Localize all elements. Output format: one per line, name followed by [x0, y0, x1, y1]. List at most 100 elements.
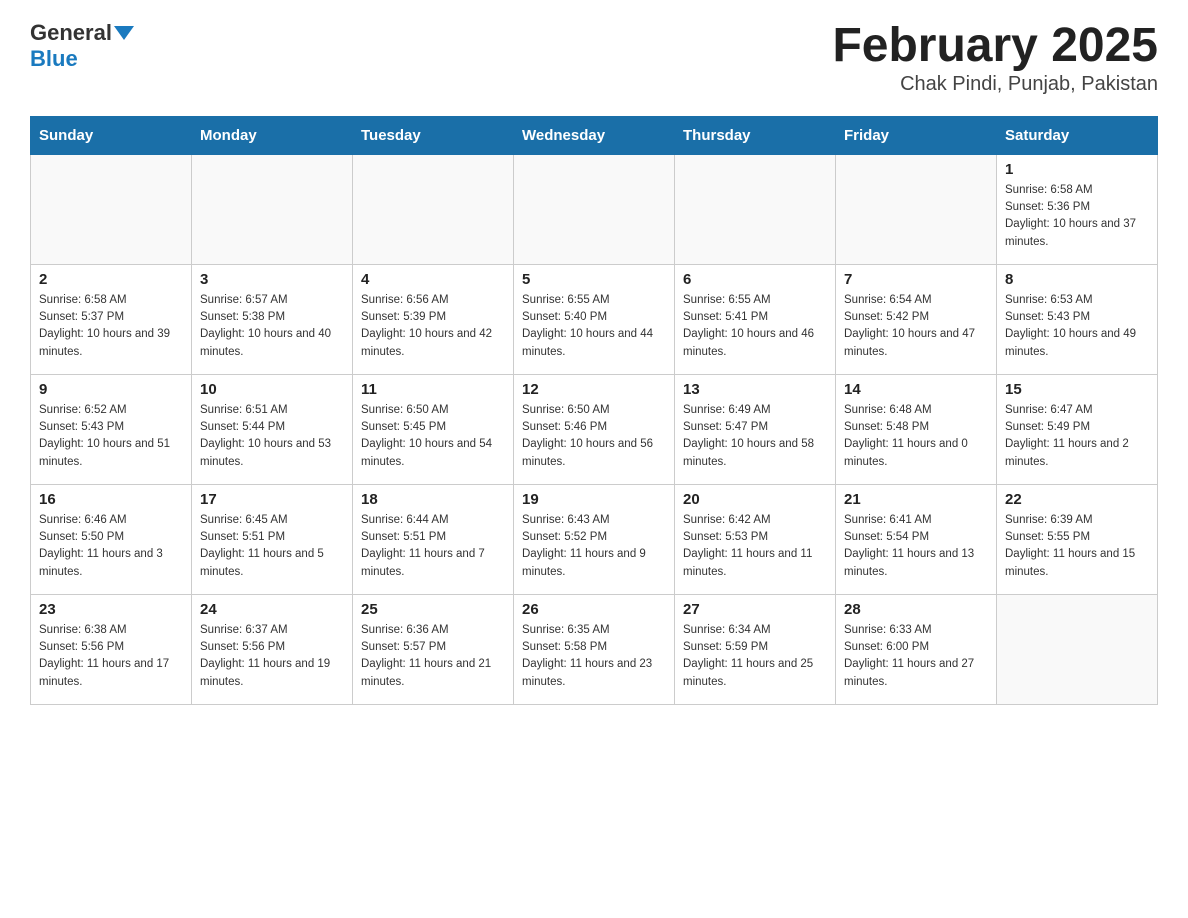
- calendar-cell: [514, 154, 675, 264]
- calendar-title: February 2025: [832, 20, 1158, 73]
- day-number: 19: [522, 491, 666, 508]
- calendar-week-row: 9 Sunrise: 6:52 AM Sunset: 5:43 PM Daylig…: [31, 374, 1158, 484]
- day-number: 3: [200, 271, 344, 288]
- logo-triangle-icon: [114, 26, 134, 40]
- calendar-cell: 20 Sunrise: 6:42 AM Sunset: 5:53 PM Dayli…: [675, 484, 836, 594]
- day-info: Sunrise: 6:37 AM Sunset: 5:56 PM Dayligh…: [200, 622, 344, 691]
- day-info: Sunrise: 6:33 AM Sunset: 6:00 PM Dayligh…: [844, 622, 988, 691]
- day-number: 27: [683, 601, 827, 618]
- day-info: Sunrise: 6:36 AM Sunset: 5:57 PM Dayligh…: [361, 622, 505, 691]
- calendar-cell: 9 Sunrise: 6:52 AM Sunset: 5:43 PM Daylig…: [31, 374, 192, 484]
- day-number: 26: [522, 601, 666, 618]
- day-number: 5: [522, 271, 666, 288]
- day-info: Sunrise: 6:57 AM Sunset: 5:38 PM Dayligh…: [200, 292, 344, 361]
- day-info: Sunrise: 6:55 AM Sunset: 5:41 PM Dayligh…: [683, 292, 827, 361]
- day-info: Sunrise: 6:58 AM Sunset: 5:36 PM Dayligh…: [1005, 182, 1149, 251]
- day-number: 18: [361, 491, 505, 508]
- day-info: Sunrise: 6:43 AM Sunset: 5:52 PM Dayligh…: [522, 512, 666, 581]
- calendar-cell: [836, 154, 997, 264]
- day-info: Sunrise: 6:51 AM Sunset: 5:44 PM Dayligh…: [200, 402, 344, 471]
- day-info: Sunrise: 6:53 AM Sunset: 5:43 PM Dayligh…: [1005, 292, 1149, 361]
- day-number: 17: [200, 491, 344, 508]
- day-number: 21: [844, 491, 988, 508]
- calendar-cell: 25 Sunrise: 6:36 AM Sunset: 5:57 PM Dayli…: [353, 594, 514, 704]
- calendar-cell: 13Sunrise: 6:49 AM Sunset: 5:47 PM Dayli…: [675, 374, 836, 484]
- calendar-cell: 6Sunrise: 6:55 AM Sunset: 5:41 PM Daylig…: [675, 264, 836, 374]
- day-info: Sunrise: 6:38 AM Sunset: 5:56 PM Dayligh…: [39, 622, 183, 691]
- calendar-cell: 17 Sunrise: 6:45 AM Sunset: 5:51 PM Dayli…: [192, 484, 353, 594]
- calendar-cell: 8 Sunrise: 6:53 AM Sunset: 5:43 PM Daylig…: [997, 264, 1158, 374]
- calendar-cell: [997, 594, 1158, 704]
- day-info: Sunrise: 6:52 AM Sunset: 5:43 PM Dayligh…: [39, 402, 183, 471]
- logo-text-blue: Blue: [30, 46, 78, 71]
- day-info: Sunrise: 6:35 AM Sunset: 5:58 PM Dayligh…: [522, 622, 666, 691]
- day-number: 23: [39, 601, 183, 618]
- day-info: Sunrise: 6:47 AM Sunset: 5:49 PM Dayligh…: [1005, 402, 1149, 471]
- day-info: Sunrise: 6:41 AM Sunset: 5:54 PM Dayligh…: [844, 512, 988, 581]
- day-of-week-header: Sunday: [31, 116, 192, 154]
- day-info: Sunrise: 6:49 AM Sunset: 5:47 PM Dayligh…: [683, 402, 827, 471]
- logo: General Blue: [30, 20, 134, 72]
- day-info: Sunrise: 6:42 AM Sunset: 5:53 PM Dayligh…: [683, 512, 827, 581]
- day-of-week-header: Monday: [192, 116, 353, 154]
- calendar-cell: [192, 154, 353, 264]
- day-number: 9: [39, 381, 183, 398]
- calendar-week-row: 1Sunrise: 6:58 AM Sunset: 5:36 PM Daylig…: [31, 154, 1158, 264]
- day-number: 22: [1005, 491, 1149, 508]
- day-number: 7: [844, 271, 988, 288]
- calendar-cell: 11 Sunrise: 6:50 AM Sunset: 5:45 PM Dayli…: [353, 374, 514, 484]
- calendar-cell: 27 Sunrise: 6:34 AM Sunset: 5:59 PM Dayli…: [675, 594, 836, 704]
- day-number: 4: [361, 271, 505, 288]
- day-info: Sunrise: 6:45 AM Sunset: 5:51 PM Dayligh…: [200, 512, 344, 581]
- calendar-header-row: SundayMondayTuesdayWednesdayThursdayFrid…: [31, 116, 1158, 154]
- calendar-table: SundayMondayTuesdayWednesdayThursdayFrid…: [30, 116, 1158, 705]
- calendar-week-row: 16Sunrise: 6:46 AM Sunset: 5:50 PM Dayli…: [31, 484, 1158, 594]
- day-number: 2: [39, 271, 183, 288]
- calendar-cell: 22 Sunrise: 6:39 AM Sunset: 5:55 PM Dayli…: [997, 484, 1158, 594]
- title-block: February 2025 Chak Pindi, Punjab, Pakist…: [832, 20, 1158, 96]
- calendar-cell: [353, 154, 514, 264]
- day-info: Sunrise: 6:50 AM Sunset: 5:45 PM Dayligh…: [361, 402, 505, 471]
- day-info: Sunrise: 6:56 AM Sunset: 5:39 PM Dayligh…: [361, 292, 505, 361]
- day-of-week-header: Friday: [836, 116, 997, 154]
- day-info: Sunrise: 6:50 AM Sunset: 5:46 PM Dayligh…: [522, 402, 666, 471]
- calendar-cell: 15Sunrise: 6:47 AM Sunset: 5:49 PM Dayli…: [997, 374, 1158, 484]
- day-number: 25: [361, 601, 505, 618]
- day-info: Sunrise: 6:39 AM Sunset: 5:55 PM Dayligh…: [1005, 512, 1149, 581]
- calendar-cell: 3 Sunrise: 6:57 AM Sunset: 5:38 PM Daylig…: [192, 264, 353, 374]
- day-info: Sunrise: 6:34 AM Sunset: 5:59 PM Dayligh…: [683, 622, 827, 691]
- day-of-week-header: Thursday: [675, 116, 836, 154]
- calendar-cell: 7 Sunrise: 6:54 AM Sunset: 5:42 PM Daylig…: [836, 264, 997, 374]
- day-of-week-header: Saturday: [997, 116, 1158, 154]
- calendar-week-row: 23 Sunrise: 6:38 AM Sunset: 5:56 PM Dayli…: [31, 594, 1158, 704]
- day-number: 12: [522, 381, 666, 398]
- calendar-cell: 12 Sunrise: 6:50 AM Sunset: 5:46 PM Dayli…: [514, 374, 675, 484]
- calendar-subtitle: Chak Pindi, Punjab, Pakistan: [832, 73, 1158, 96]
- day-info: Sunrise: 6:58 AM Sunset: 5:37 PM Dayligh…: [39, 292, 183, 361]
- day-number: 8: [1005, 271, 1149, 288]
- day-info: Sunrise: 6:44 AM Sunset: 5:51 PM Dayligh…: [361, 512, 505, 581]
- calendar-cell: 19 Sunrise: 6:43 AM Sunset: 5:52 PM Dayli…: [514, 484, 675, 594]
- calendar-cell: [31, 154, 192, 264]
- day-number: 16: [39, 491, 183, 508]
- calendar-cell: 24 Sunrise: 6:37 AM Sunset: 5:56 PM Dayli…: [192, 594, 353, 704]
- calendar-cell: 1Sunrise: 6:58 AM Sunset: 5:36 PM Daylig…: [997, 154, 1158, 264]
- calendar-cell: 18 Sunrise: 6:44 AM Sunset: 5:51 PM Dayli…: [353, 484, 514, 594]
- day-info: Sunrise: 6:54 AM Sunset: 5:42 PM Dayligh…: [844, 292, 988, 361]
- calendar-cell: 14Sunrise: 6:48 AM Sunset: 5:48 PM Dayli…: [836, 374, 997, 484]
- calendar-cell: 5Sunrise: 6:55 AM Sunset: 5:40 PM Daylig…: [514, 264, 675, 374]
- calendar-week-row: 2 Sunrise: 6:58 AM Sunset: 5:37 PM Daylig…: [31, 264, 1158, 374]
- calendar-cell: 10 Sunrise: 6:51 AM Sunset: 5:44 PM Dayli…: [192, 374, 353, 484]
- calendar-cell: 28 Sunrise: 6:33 AM Sunset: 6:00 PM Dayli…: [836, 594, 997, 704]
- calendar-cell: 26 Sunrise: 6:35 AM Sunset: 5:58 PM Dayli…: [514, 594, 675, 704]
- logo-text-general: General: [30, 20, 112, 46]
- day-number: 14: [844, 381, 988, 398]
- day-number: 20: [683, 491, 827, 508]
- day-number: 28: [844, 601, 988, 618]
- calendar-cell: [675, 154, 836, 264]
- calendar-cell: 16Sunrise: 6:46 AM Sunset: 5:50 PM Dayli…: [31, 484, 192, 594]
- calendar-cell: 21 Sunrise: 6:41 AM Sunset: 5:54 PM Dayli…: [836, 484, 997, 594]
- day-number: 24: [200, 601, 344, 618]
- day-number: 11: [361, 381, 505, 398]
- day-number: 10: [200, 381, 344, 398]
